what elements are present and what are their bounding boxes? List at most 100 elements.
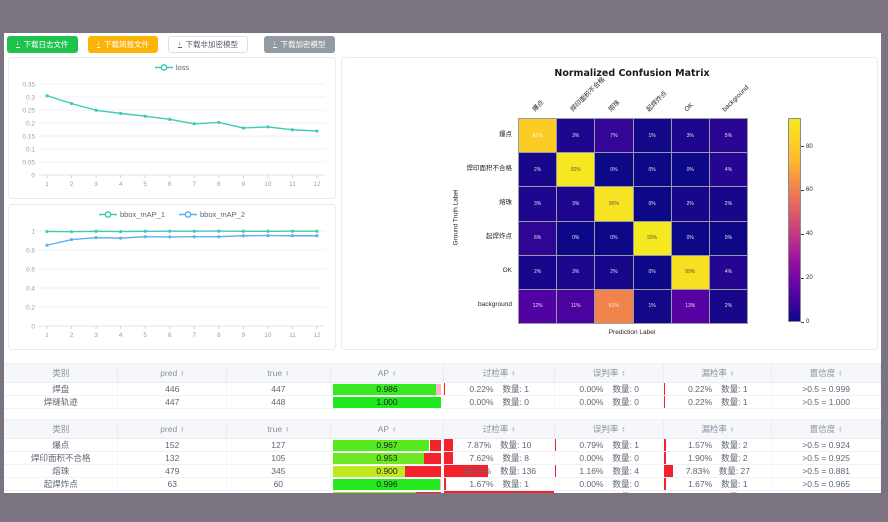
- rate-text: 39.42%数量: 136: [444, 465, 553, 477]
- column-header-7[interactable]: 置信度▲▼: [772, 364, 881, 383]
- rate-percent: 0.00%: [579, 478, 603, 490]
- rate-count: 数量: 1: [613, 439, 639, 451]
- sort-icon[interactable]: ▲▼: [621, 370, 625, 376]
- missed-rate: 1.57%数量: 2: [664, 439, 771, 451]
- matrix-cell: 2%: [519, 256, 556, 289]
- download-unencrypted-model-button[interactable]: ↓下载非加密模型: [168, 36, 248, 53]
- missed-cell: 0.22%数量: 1: [664, 383, 772, 396]
- column-header-1[interactable]: pred▲▼: [118, 364, 227, 383]
- column-header-2[interactable]: true▲▼: [227, 420, 330, 439]
- download-encrypted-model-button[interactable]: ↓ 下载加密模型: [264, 36, 335, 53]
- sort-icon[interactable]: ▲▼: [285, 370, 289, 376]
- column-header-0: 类别: [4, 420, 118, 439]
- column-header-7[interactable]: 置信度▲▼: [772, 420, 881, 439]
- ap-cell-td: 0.967: [330, 439, 444, 452]
- svg-text:0.25: 0.25: [22, 107, 35, 114]
- legend-item[interactable]: loss: [155, 63, 189, 72]
- rate-text: 0.00%数量: 0: [555, 383, 664, 395]
- bbox-map-chart: 00.20.40.60.81123456789101112: [9, 223, 335, 347]
- sort-icon[interactable]: ▲▼: [285, 426, 289, 432]
- download-log-button[interactable]: ↓下载日志文件: [7, 36, 78, 53]
- column-header-5[interactable]: 误判率▲▼: [554, 420, 664, 439]
- ap-value: 0.986: [333, 384, 442, 395]
- confidence-cell: >0.5 = 0.940: [772, 491, 881, 494]
- matrix-cell: 0%: [710, 222, 747, 255]
- ap-progress: 0.900: [333, 466, 442, 477]
- sort-icon[interactable]: ▲▼: [392, 426, 396, 432]
- svg-text:4: 4: [119, 181, 123, 188]
- column-header-2[interactable]: true▲▼: [227, 364, 330, 383]
- misjudge-rate: 0.00% 数量: 0: [555, 478, 664, 490]
- column-header-label: AP: [378, 368, 389, 378]
- category-cell: OK: [4, 491, 118, 494]
- category-cell: 焊印面积不合格: [4, 452, 118, 465]
- column-header-3[interactable]: AP▲▼: [330, 364, 444, 383]
- matrix-cell: 0%: [634, 256, 671, 289]
- button-label: 下载加密模型: [281, 37, 326, 52]
- column-header-3[interactable]: AP▲▼: [330, 420, 444, 439]
- column-header-4[interactable]: 过检率▲▼: [444, 420, 554, 439]
- svg-text:9: 9: [242, 332, 246, 339]
- column-header-label: 误判率: [593, 423, 619, 435]
- pred-cell: 446: [118, 383, 227, 396]
- missed-rate: 1.90%数量: 2: [664, 452, 771, 464]
- sort-icon[interactable]: ▲▼: [838, 426, 842, 432]
- matrix-row-label: 起焊炸点: [342, 220, 512, 254]
- missed-rate: 0.22%数量: 1: [664, 383, 771, 395]
- misjudge-rate: 0.00%数量: 0: [555, 383, 664, 395]
- sort-icon[interactable]: ▲▼: [392, 370, 396, 376]
- sort-icon[interactable]: ▲▼: [511, 370, 515, 376]
- legend-marker-icon: [179, 210, 197, 219]
- matrix-column-label: 爆点: [531, 99, 546, 114]
- rate-percent: 0.00%: [579, 491, 603, 493]
- download-report-button[interactable]: ↓下载简报文件: [88, 36, 159, 53]
- column-header-1[interactable]: pred▲▼: [118, 420, 227, 439]
- rate-count: 数量: 0: [503, 396, 529, 408]
- overdetect-cell: 0.00%数量: 0: [444, 396, 554, 409]
- rate-count: 数量: 1: [503, 478, 529, 490]
- matrix-column-label: 熔珠: [607, 99, 622, 114]
- legend-label: bbox_mAP_1: [120, 210, 165, 219]
- sort-icon[interactable]: ▲▼: [180, 426, 184, 432]
- rate-text: 0.00%数量: 0: [555, 396, 664, 408]
- rate-count: 数量: 0: [721, 491, 747, 493]
- overdetect-cell: 7.87%数量: 10: [444, 439, 554, 452]
- table-header: 类别pred▲▼true▲▼AP▲▼过检率▲▼误判率▲▼漏检率▲▼置信度▲▼: [4, 420, 881, 439]
- column-header-label: AP: [378, 424, 389, 434]
- column-header-6[interactable]: 漏检率▲▼: [664, 420, 772, 439]
- rate-count: 数量: 136: [500, 465, 536, 477]
- ap-progress: 0.953: [333, 453, 442, 464]
- missed-rate: 0.22%数量: 1: [664, 396, 771, 408]
- ap-value: 0.967: [333, 440, 442, 451]
- sort-icon[interactable]: ▲▼: [180, 370, 184, 376]
- sort-icon[interactable]: ▲▼: [621, 426, 625, 432]
- legend-item[interactable]: bbox_mAP_2: [179, 210, 245, 219]
- header-row: 类别pred▲▼true▲▼AP▲▼过检率▲▼误判率▲▼漏检率▲▼置信度▲▼: [4, 420, 881, 439]
- rate-percent: 0.22%: [469, 383, 493, 395]
- column-header-5[interactable]: 误判率▲▼: [554, 364, 664, 383]
- rate-percent: 0.79%: [579, 439, 603, 451]
- bbox-map-chart-legend: bbox_mAP_1 bbox_mAP_2: [9, 210, 335, 219]
- sort-icon[interactable]: ▲▼: [838, 370, 842, 376]
- button-label: 下载非加密模型: [186, 37, 239, 52]
- matrix-cell: 2%: [595, 256, 632, 289]
- legend-item[interactable]: bbox_mAP_1: [99, 210, 165, 219]
- rate-percent: 1.90%: [688, 452, 712, 464]
- rate-percent: 117.00%: [461, 491, 494, 493]
- missed-rate: 7.83%数量: 27: [664, 465, 771, 477]
- ap-cell-td: 1.000: [330, 396, 444, 409]
- column-header-4[interactable]: 过检率▲▼: [444, 364, 554, 383]
- metrics-tables: 类别pred▲▼true▲▼AP▲▼过检率▲▼误判率▲▼漏检率▲▼置信度▲▼焊盘…: [4, 363, 881, 493]
- rate-count: 数量: 1: [721, 478, 747, 490]
- rate-count: 数量: 0: [613, 478, 639, 490]
- loss-chart-card: loss 00.050.10.150.20.250.30.35123456789…: [8, 57, 336, 199]
- sort-icon[interactable]: ▲▼: [511, 426, 515, 432]
- column-header-6[interactable]: 漏检率▲▼: [664, 364, 772, 383]
- svg-text:0.05: 0.05: [22, 159, 35, 166]
- download-icon: ↓: [16, 41, 20, 48]
- column-header-label: true: [267, 424, 282, 434]
- matrix-cell: 2%: [519, 153, 556, 186]
- sort-icon[interactable]: ▲▼: [730, 426, 734, 432]
- sort-icon[interactable]: ▲▼: [730, 370, 734, 376]
- download-icon: ↓: [273, 41, 277, 48]
